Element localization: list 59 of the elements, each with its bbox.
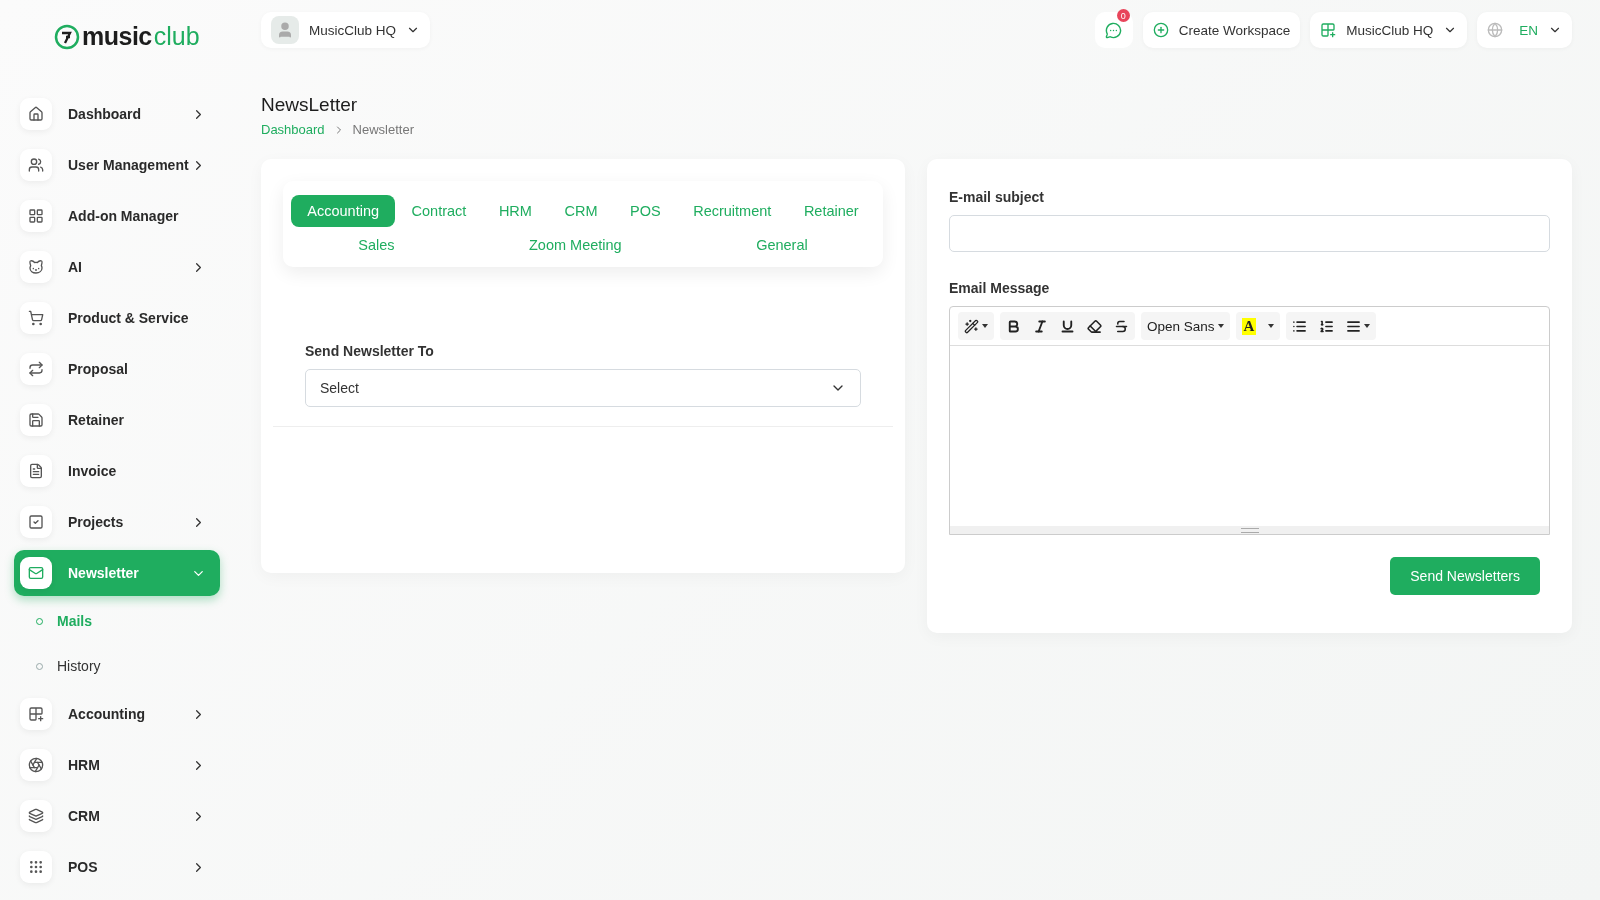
font-dropdown[interactable]: Open Sans [1141, 312, 1230, 340]
grid-plus-icon [1320, 22, 1337, 38]
align-icon [1346, 318, 1362, 334]
subject-input[interactable] [949, 215, 1550, 252]
sidebar-item[interactable]: Retainer [14, 397, 220, 443]
sidebar-item[interactable]: Add-on Manager [14, 193, 220, 239]
avatar-icon [271, 16, 299, 44]
grid-plus-icon [20, 698, 52, 730]
language-label: EN [1519, 22, 1538, 38]
recipient-select[interactable]: Select [305, 369, 861, 407]
chat-icon [1105, 21, 1123, 39]
bullet-list-icon [1292, 318, 1308, 334]
field-label: Email Message [949, 280, 1051, 296]
logo: musicclub [54, 22, 231, 51]
document-icon [20, 455, 52, 487]
workspace-dropdown[interactable]: MusicClub HQ [1310, 12, 1468, 48]
sidebar-item[interactable]: Proposal [14, 346, 220, 392]
field-label: E-mail subject [949, 189, 1045, 205]
grid-icon [20, 200, 52, 232]
numbered-list-icon [1319, 318, 1335, 334]
sidebar-item[interactable]: Dashboard [14, 91, 220, 137]
magic-wand-icon [964, 318, 979, 334]
cat-icon [20, 251, 52, 283]
users-icon [20, 149, 52, 181]
home-icon [20, 98, 52, 130]
chat-button[interactable]: 0 [1094, 12, 1133, 48]
submenu-item[interactable]: History [14, 646, 231, 686]
sidebar-item[interactable]: AI [14, 244, 220, 290]
bold-icon [1006, 318, 1021, 334]
sidebar-item[interactable]: Projects [14, 499, 220, 545]
notification-badge: 0 [1116, 9, 1130, 22]
globe-icon [1487, 22, 1504, 38]
breadcrumb-current: Newsletter [352, 122, 415, 137]
sidebar-item[interactable]: CRM [14, 793, 220, 839]
sidebar-item[interactable]: User Management [14, 142, 220, 188]
create-workspace-button[interactable]: Create Workspace [1142, 12, 1301, 48]
cart-icon [20, 302, 52, 334]
resize-handle[interactable] [950, 526, 1549, 534]
swap-icon [20, 353, 52, 385]
sidebar-item[interactable]: Product & Service [14, 295, 220, 341]
underline-icon [1060, 318, 1075, 334]
page-title: NewsLetter [261, 94, 359, 116]
field-label: Send Newsletter To [305, 343, 435, 359]
plus-circle-icon [1152, 22, 1169, 38]
sidebar-item[interactable]: Invoice [14, 448, 220, 494]
italic-icon [1033, 318, 1048, 334]
floppy-icon [20, 404, 52, 436]
strikethrough-icon [1114, 318, 1129, 334]
sidebar-item[interactable]: Accounting [14, 691, 220, 737]
mail-icon [20, 557, 52, 589]
checkbox-icon [20, 506, 52, 538]
workspace-switcher[interactable]: MusicClub HQ [261, 12, 431, 48]
eraser-icon [1087, 318, 1102, 334]
aperture-icon [20, 749, 52, 781]
logo-icon [54, 23, 80, 50]
sidebar-item[interactable]: HRM [14, 742, 220, 788]
layers-icon [20, 800, 52, 832]
sidebar-item[interactable]: POS [14, 844, 220, 890]
dots-grid-icon [20, 851, 52, 883]
